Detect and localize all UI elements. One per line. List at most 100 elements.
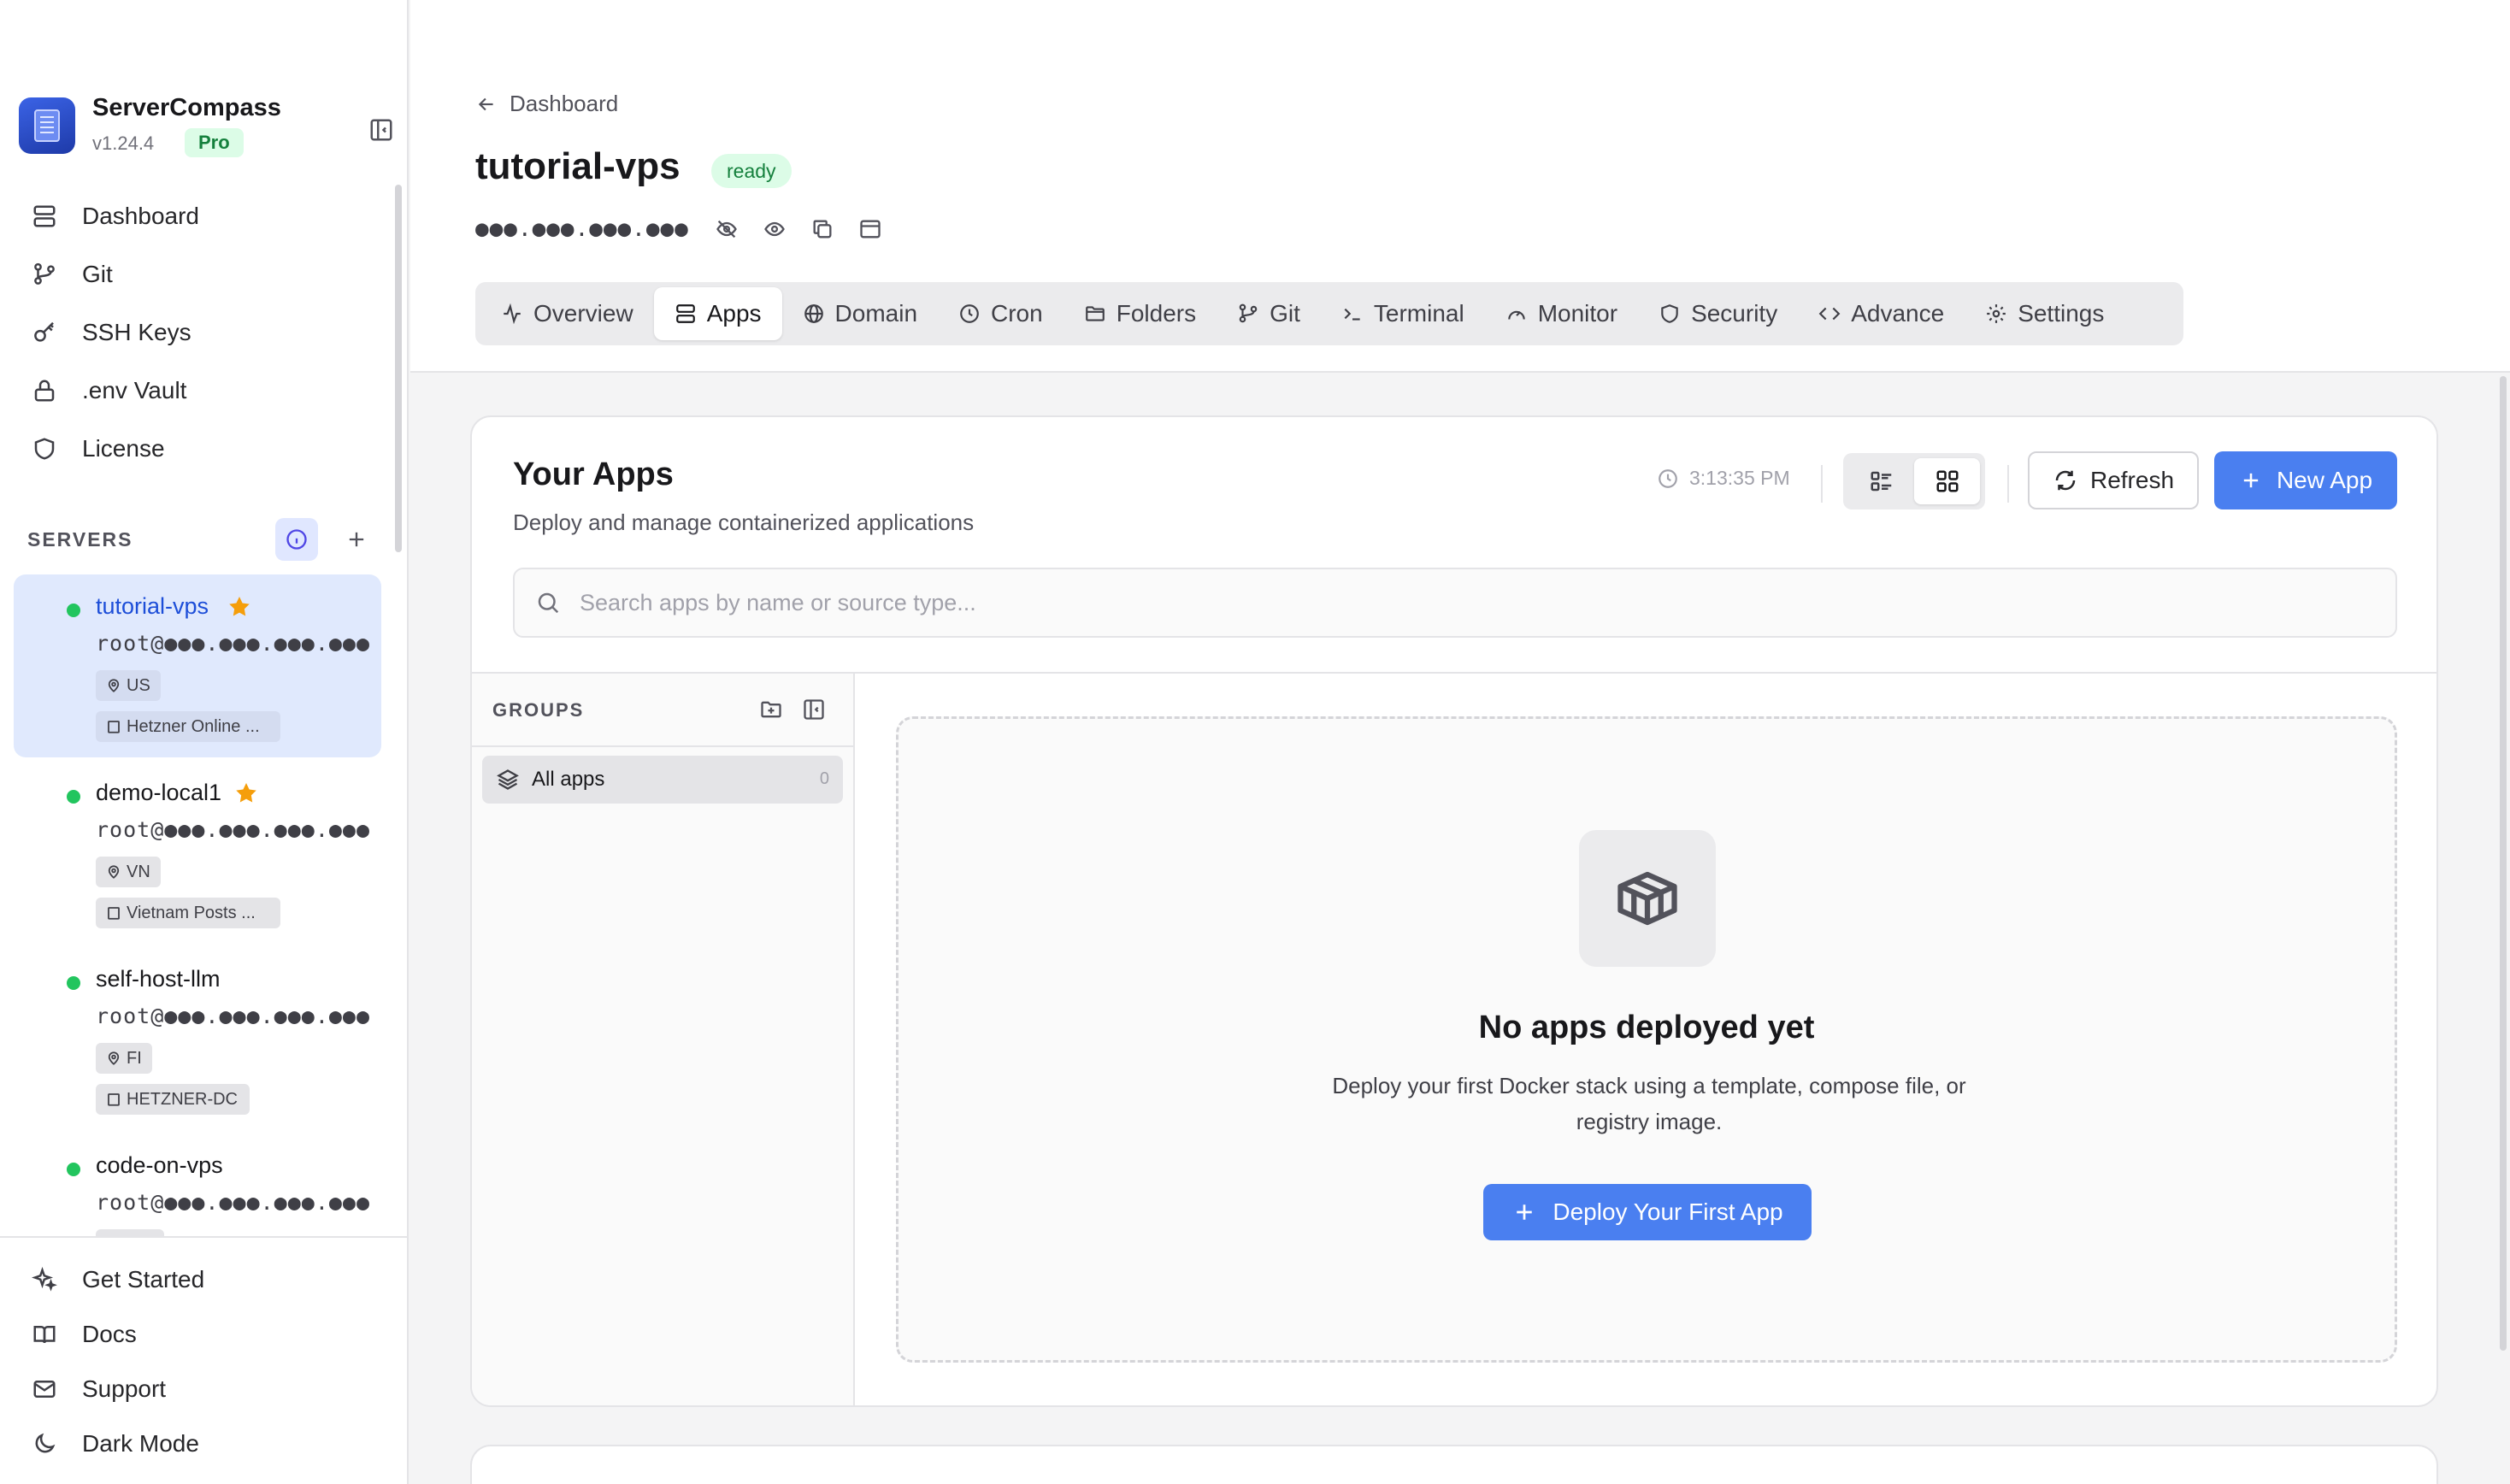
- layers-icon: [497, 769, 519, 790]
- search-icon: [538, 592, 559, 614]
- new-app-button[interactable]: New App: [2214, 451, 2397, 509]
- server-name: code-on-vps: [96, 1152, 223, 1178]
- sidebar-item-label: License: [82, 435, 165, 462]
- arrow-left-icon: [478, 97, 493, 110]
- shield-icon: [27, 432, 62, 466]
- panel-left-icon[interactable]: [797, 692, 831, 727]
- search-box: [513, 568, 2397, 638]
- building-icon: [108, 1093, 120, 1106]
- activity-icon: [504, 303, 521, 325]
- status-dot: [67, 790, 80, 804]
- server-item-self-host-llm[interactable]: self-host-llm root@●●●.●●●.●●●.●●● FI HE…: [14, 947, 381, 1130]
- server-item-code-on-vps[interactable]: code-on-vps root@●●●.●●●.●●●.●●●: [14, 1134, 381, 1236]
- server-item-demo-local1[interactable]: demo-local1 root@●●●.●●●.●●●.●●● VN Viet…: [14, 761, 381, 944]
- sidebar: ServerCompass v1.24.4 Pro Dashboard Git …: [0, 0, 409, 1484]
- tab-domain[interactable]: Domain: [782, 287, 938, 340]
- map-pin-icon: [108, 865, 120, 879]
- folder-icon: [1085, 306, 1105, 321]
- brand: ServerCompass v1.24.4 Pro: [19, 94, 395, 159]
- server-user: root@●●●.●●●.●●●.●●●: [96, 817, 371, 842]
- tab-overview[interactable]: Overview: [480, 287, 654, 340]
- stack-icon: [675, 304, 695, 323]
- sidebar-scrollbar[interactable]: [395, 185, 402, 552]
- panel-left-icon: [370, 119, 392, 141]
- servers-info-button[interactable]: [275, 518, 318, 561]
- empty-state: No apps deployed yet Deploy your first D…: [896, 716, 2397, 1363]
- divider: [2007, 465, 2009, 503]
- main-scrollbar[interactable]: [2500, 376, 2507, 1351]
- mail-icon: [27, 1372, 62, 1406]
- sidebar-item-git[interactable]: Git: [19, 250, 386, 299]
- shield-icon: [1661, 304, 1678, 323]
- group-item-all-apps[interactable]: All apps 0: [482, 756, 843, 804]
- new-folder-icon[interactable]: [754, 692, 788, 727]
- apps-title: Your Apps: [513, 456, 674, 492]
- tab-security[interactable]: Security: [1638, 287, 1798, 340]
- status-dot: [67, 976, 80, 990]
- location-tag: FI: [96, 1043, 152, 1074]
- sidebar-item-docs[interactable]: Docs: [19, 1310, 386, 1359]
- status-dot: [67, 1163, 80, 1176]
- code-icon: [1818, 307, 1841, 321]
- sidebar-item-label: Support: [82, 1375, 167, 1402]
- sidebar-item-dashboard[interactable]: Dashboard: [19, 191, 386, 241]
- map-pin-icon: [108, 679, 120, 692]
- provider-tag: HETZNER-DC: [96, 1084, 250, 1115]
- tab-settings[interactable]: Settings: [1965, 287, 2124, 340]
- sidebar-item-env-vault[interactable]: .env Vault: [19, 366, 386, 415]
- clock-icon: [960, 304, 979, 323]
- eye-off-icon[interactable]: [710, 212, 744, 246]
- refresh-icon: [2055, 470, 2076, 491]
- building-icon: [108, 721, 120, 733]
- tab-folders[interactable]: Folders: [1064, 287, 1217, 340]
- dark-mode-toggle[interactable]: Dark Mode: [19, 1419, 386, 1469]
- globe-icon: [804, 304, 823, 323]
- sidebar-bottom-nav: Get Started Docs Support Dark Mode: [0, 1236, 407, 1484]
- last-updated: 3:13:35 PM: [1657, 467, 1790, 490]
- sidebar-collapse-button[interactable]: [364, 113, 398, 147]
- refresh-button[interactable]: Refresh: [2028, 451, 2199, 509]
- grid-icon: [1936, 470, 1958, 492]
- list-icon: [1871, 471, 1891, 492]
- tab-cron[interactable]: Cron: [938, 287, 1064, 340]
- list-view-button[interactable]: [1848, 458, 1914, 504]
- apps-subtitle: Deploy and manage containerized applicat…: [513, 509, 975, 535]
- lock-icon: [27, 374, 62, 408]
- eye-icon[interactable]: [757, 212, 792, 246]
- sidebar-item-ssh-keys[interactable]: SSH Keys: [19, 308, 386, 357]
- container-icon: [1579, 830, 1716, 967]
- gear-icon: [1987, 304, 2006, 323]
- building-icon: [108, 907, 120, 920]
- server-list: tutorial-vps root@●●●.●●●.●●●.●●● US Het…: [0, 573, 393, 1236]
- plus-icon: [1517, 1204, 1533, 1220]
- server-item-tutorial-vps[interactable]: tutorial-vps root@●●●.●●●.●●●.●●● US Het…: [14, 574, 381, 757]
- back-to-dashboard-link[interactable]: Dashboard: [475, 91, 618, 117]
- tab-apps[interactable]: Apps: [653, 287, 782, 340]
- sidebar-item-label: Dashboard: [82, 203, 199, 229]
- tab-terminal[interactable]: Terminal: [1321, 287, 1485, 340]
- git-branch-icon: [1239, 303, 1258, 323]
- add-server-button[interactable]: [335, 518, 378, 561]
- tab-monitor[interactable]: Monitor: [1485, 287, 1638, 340]
- sidebar-item-label: Git: [82, 261, 113, 287]
- sidebar-item-label: Dark Mode: [82, 1430, 199, 1457]
- tab-advance[interactable]: Advance: [1798, 287, 1965, 340]
- grid-view-button[interactable]: [1914, 458, 1980, 504]
- server-name: self-host-llm: [96, 966, 221, 992]
- sidebar-item-get-started[interactable]: Get Started: [19, 1255, 386, 1304]
- browser-window-icon[interactable]: [853, 212, 887, 246]
- map-pin-icon: [108, 1051, 120, 1065]
- deploy-first-app-button[interactable]: Deploy Your First App: [1483, 1184, 1812, 1240]
- search-input[interactable]: [580, 589, 2289, 616]
- server-user: root@●●●.●●●.●●●.●●●: [96, 1004, 371, 1028]
- brand-version: v1.24.4: [92, 132, 155, 154]
- sidebar-item-license[interactable]: License: [19, 424, 386, 474]
- plan-badge: Pro: [185, 128, 244, 157]
- sidebar-item-label: SSH Keys: [82, 319, 191, 345]
- server-name: demo-local1: [96, 780, 222, 805]
- copy-icon[interactable]: [805, 212, 840, 246]
- location-tag: US: [96, 670, 161, 701]
- provider-tag: Vietnam Posts ...: [96, 898, 280, 928]
- sidebar-item-support[interactable]: Support: [19, 1364, 386, 1414]
- tab-git[interactable]: Git: [1217, 287, 1321, 340]
